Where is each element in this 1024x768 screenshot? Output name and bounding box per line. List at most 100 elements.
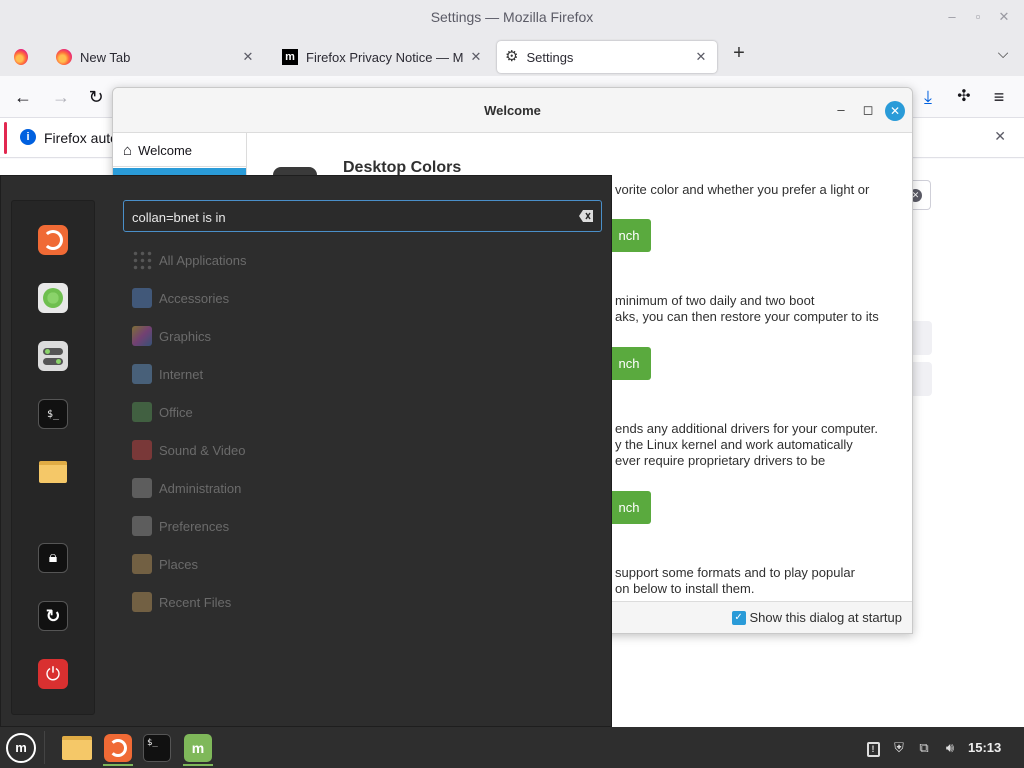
category-label: Accessories [159,290,230,306]
favorite-firefox[interactable] [38,225,68,255]
favorite-terminal[interactable]: $_ [38,399,68,429]
menu-hamburger-icon[interactable]: ≡ [988,86,1010,108]
mozilla-icon: m [282,49,298,65]
tab-privacy-notice[interactable]: m Firefox Privacy Notice — M ✕ [274,41,492,73]
category-label: Administration [159,480,242,496]
clear-search-icon[interactable] [579,210,593,222]
preferences-icon [132,516,152,536]
graphics-icon [132,326,152,346]
minimize-window-button[interactable]: – [944,9,960,25]
tab-label: Firefox Privacy Notice — M [306,49,464,65]
category-label: Sound & Video [159,442,246,458]
recent-folder-icon [132,592,152,612]
settings-toggle-icon [43,347,63,365]
power-icon: ⏻ [45,663,61,684]
mint-welcome-icon: m [184,733,212,762]
tab-settings[interactable]: ⚙ Settings ✕ [497,41,717,73]
launch-button[interactable]: nch [607,219,651,252]
volume-icon[interactable]: 🔊︎ [941,739,959,757]
menu-search-box[interactable] [123,200,602,232]
category-label: Internet [159,366,204,382]
lock-screen-button[interactable]: 🔒︎ [38,543,68,573]
category-administration[interactable]: Administration [132,476,241,500]
category-label: Preferences [159,518,230,534]
tab-label: Settings [526,49,574,65]
menu-search-input[interactable] [132,207,562,227]
checkbox-checked-icon[interactable]: ✓ [731,610,746,625]
category-label: Places [159,556,199,572]
lock-icon: 🔒︎ [48,549,58,566]
terminal-icon: $_ [143,733,171,762]
cloud-icon [132,364,152,384]
close-tab-icon[interactable]: ✕ [693,49,709,65]
shield-icon[interactable]: ⛨ [890,739,908,757]
maximize-window-button[interactable]: ▫ [970,9,986,25]
tab-new-tab[interactable]: New Tab ✕ [48,41,264,73]
info-icon: i [20,129,36,145]
office-icon [132,402,152,422]
close-window-button[interactable]: ✕ [996,9,1012,25]
notification-text: Firefox auto [44,130,118,146]
back-icon[interactable]: ← [12,86,34,108]
forward-icon[interactable]: → [50,86,72,108]
running-indicator [103,764,133,766]
category-label: All Applications [159,252,247,268]
new-tab-button[interactable]: + [728,42,750,64]
category-places[interactable]: Places [132,552,198,576]
category-accessories[interactable]: Accessories [132,286,229,310]
sidebar-item-welcome[interactable]: ⌂ Welcome [113,135,246,167]
firefox-view-button[interactable] [6,41,36,73]
launch-button[interactable]: nch [607,347,651,380]
firefox-titlebar: Settings — Mozilla Firefox – ▫ ✕ [0,0,1024,36]
list-all-tabs-icon[interactable]: ⌵ [992,42,1014,64]
maximize-icon[interactable]: ◻ [858,100,878,120]
section-description: vorite color and whether you prefer a li… [615,182,870,197]
clock[interactable]: 15:13 [968,740,1001,755]
close-tab-icon[interactable]: ✕ [240,49,256,65]
tab-strip: New Tab ✕ m Firefox Privacy Notice — M ✕… [0,36,1024,76]
category-sound-video[interactable]: Sound & Video [132,438,246,462]
taskbar-app-terminal[interactable]: $_ [138,729,176,766]
network-icon[interactable]: ⧉ [915,739,933,757]
favorites-bar: $_ 🔒︎ ↻ ⏻ [11,200,95,715]
category-internet[interactable]: Internet [132,362,203,386]
reload-icon[interactable]: ↻ [85,86,107,108]
category-label: Recent Files [159,594,232,610]
sidebar-item-label: Welcome [138,143,193,158]
logout-icon: ↻ [45,605,61,626]
welcome-header: Welcome – ◻ ✕ [113,88,912,133]
gear-icon: ⚙ [505,48,519,65]
administration-icon [132,478,152,498]
taskbar-app-files[interactable] [58,729,96,766]
logout-button[interactable]: ↻ [38,601,68,631]
category-preferences[interactable]: Preferences [132,514,229,538]
home-icon: ⌂ [123,142,133,159]
welcome-title: Welcome [484,103,541,118]
close-notification-icon[interactable]: ✕ [994,128,1006,145]
minimize-icon[interactable]: – [831,100,851,120]
favorite-files[interactable] [38,457,68,487]
category-office[interactable]: Office [132,400,193,424]
category-graphics[interactable]: Graphics [132,324,211,348]
menu-button[interactable]: m [2,729,40,766]
launch-button[interactable]: nch [607,491,651,524]
update-manager-icon[interactable]: ! [864,739,882,757]
favorite-software-manager[interactable] [38,283,68,313]
category-all-applications[interactable]: All Applications [132,248,246,272]
taskbar-separator [44,731,45,764]
close-dialog-button[interactable]: ✕ [885,101,905,121]
category-recent-files[interactable]: Recent Files [132,590,231,614]
firefox-icon [43,230,63,250]
section-description: ends any additional drivers for your com… [615,421,879,436]
section-description: on below to install them. [615,581,755,596]
extensions-icon[interactable]: ✣ [953,86,975,108]
downloads-icon[interactable]: ⤓ [917,86,939,108]
quit-button[interactable]: ⏻ [38,659,68,689]
show-at-startup-toggle[interactable]: ✓ Show this dialog at startup [731,610,902,625]
taskbar: m $_ m ! ⛨ ⧉ 🔊︎ 15:13 [0,727,1024,768]
close-tab-icon[interactable]: ✕ [468,49,484,65]
favorite-system-settings[interactable] [38,341,68,371]
taskbar-app-firefox[interactable] [99,729,137,766]
taskbar-app-welcome[interactable]: m [179,729,217,766]
play-icon [132,440,152,460]
